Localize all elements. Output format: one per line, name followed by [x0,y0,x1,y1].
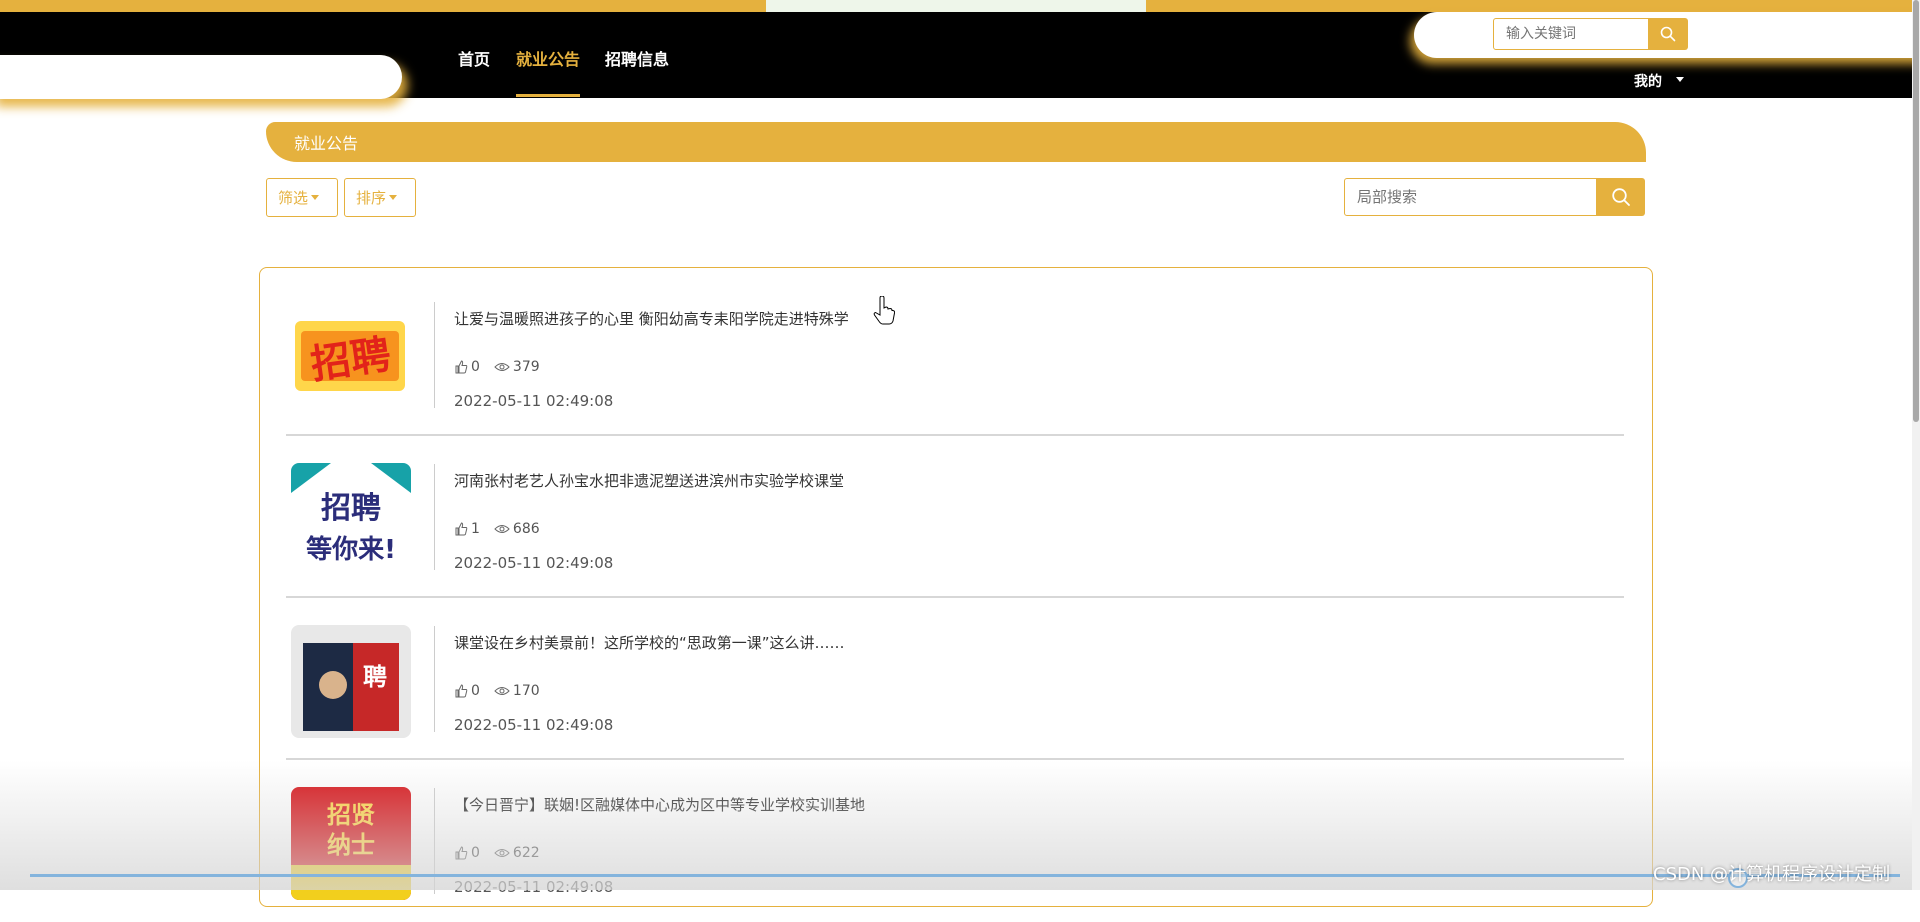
svg-text:招贤: 招贤 [327,801,375,829]
local-search-button[interactable] [1596,178,1645,216]
announcement-title[interactable]: 让爱与温暖照进孩子的心里 衡阳幼高专耒阳学院走进特殊学 [454,308,849,329]
announcement-date: 2022-05-11 02:49:08 [454,554,614,572]
chevron-down-icon [311,195,320,200]
view-count: 170 [512,683,540,699]
list-item[interactable]: 招贤 纳士 【今日晋宁】联姻!区融媒体中心成为区中等专业学校实训基地 0 622… [286,772,1624,922]
nav-item-announcements[interactable]: 就业公告 [516,46,580,70]
nav-active-underline [516,94,580,97]
view-count: 686 [512,521,540,537]
video-progress-bar[interactable] [30,874,1900,877]
thumbs-up-icon [455,360,468,374]
sort-label: 排序 [356,189,387,207]
nav-item-recruitment[interactable]: 招聘信息 [605,46,669,70]
list-item[interactable]: 招聘 让爱与温暖照进孩子的心里 衡阳幼高专耒阳学院走进特殊学 0 379 202… [286,286,1624,436]
thumbs-up-icon [455,684,468,698]
svg-text:招聘: 招聘 [321,491,381,526]
item-stats: 0 622 [454,845,540,861]
like-count: 0 [471,683,480,699]
svg-text:纳士: 纳士 [327,831,375,859]
item-stats: 0 170 [454,683,540,699]
my-account-menu[interactable]: 我的 [1634,71,1662,91]
search-icon [1660,26,1676,42]
logo-area [0,55,402,99]
chevron-down-icon [1676,77,1684,82]
eye-icon [494,849,510,857]
announcement-title[interactable]: 课堂设在乡村美景前！这所学校的“思政第一课”这么讲…… [454,632,845,653]
list-item[interactable]: 招聘 等你来! 河南张村老艺人孙宝水把非遗泥塑送进滨州市实验学校课堂 1 686… [286,448,1624,598]
svg-text:聘: 聘 [363,663,387,691]
chevron-down-icon [389,195,398,200]
announcement-thumbnail: 招聘 等你来! [291,463,411,576]
filter-label: 筛选 [278,189,309,207]
like-count: 0 [471,359,480,375]
list-item[interactable]: 聘 课堂设在乡村美景前！这所学校的“思政第一课”这么讲…… 0 170 2022… [286,610,1624,760]
announcement-date: 2022-05-11 02:49:08 [454,878,614,896]
announcement-date: 2022-05-11 02:49:08 [454,392,614,410]
item-divider [434,788,435,894]
hand-cursor-icon [873,296,895,325]
eye-icon [494,687,510,695]
like-count: 1 [471,521,480,537]
eye-icon [494,525,510,533]
eye-icon [494,363,510,371]
sort-dropdown[interactable]: 排序 [344,178,416,217]
watermark: CSDN @计算机程序设计定制 [1653,864,1891,885]
filter-dropdown[interactable]: 筛选 [266,178,338,217]
announcement-thumbnail: 招聘 [291,301,411,414]
view-count: 622 [512,845,540,861]
keyword-search-button[interactable] [1648,18,1688,50]
announcement-thumbnail: 聘 [291,625,411,738]
item-stats: 0 379 [454,359,540,375]
announcement-date: 2022-05-11 02:49:08 [454,716,614,734]
search-icon [1611,188,1630,206]
item-divider [434,464,435,570]
section-header-bar [266,122,1646,162]
item-divider [434,302,435,408]
item-stats: 1 686 [454,521,540,537]
like-count: 0 [471,845,480,861]
local-search-input[interactable] [1344,178,1597,216]
thumbs-up-icon [455,846,468,860]
section-title: 就业公告 [294,134,359,153]
nav-item-home[interactable]: 首页 [458,46,490,70]
item-divider [434,626,435,732]
thumbs-up-icon [455,522,468,536]
announcement-title[interactable]: 河南张村老艺人孙宝水把非遗泥塑送进滨州市实验学校课堂 [454,470,844,491]
view-count: 379 [512,359,540,375]
keyword-search-input[interactable] [1493,18,1649,50]
announcement-thumbnail: 招贤 纳士 [291,787,411,900]
svg-text:等你来!: 等你来! [306,534,396,565]
announcement-title[interactable]: 【今日晋宁】联姻!区融媒体中心成为区中等专业学校实训基地 [454,794,865,815]
scrollbar-thumb[interactable] [1913,0,1919,422]
